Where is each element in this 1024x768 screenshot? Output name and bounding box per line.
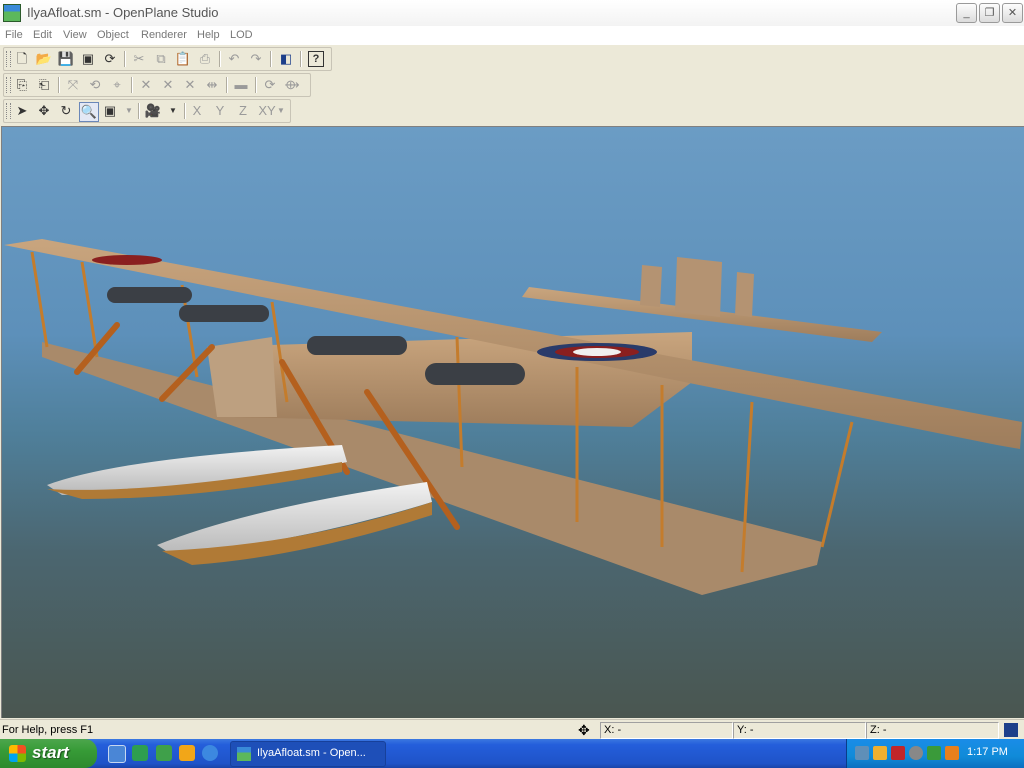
messenger-icon[interactable] — [179, 745, 195, 761]
status-help-text: For Help, press F1 — [2, 724, 94, 736]
tray-orange-icon[interactable] — [945, 746, 959, 760]
minimize-button[interactable]: _ — [956, 3, 977, 23]
title-bar: IlyaAfloat.sm - OpenPlane Studio _ ❐ ✕ — [0, 0, 1024, 27]
new-file-icon[interactable]: 🗋 — [13, 50, 31, 68]
toolbar-separator — [226, 77, 228, 93]
toolbar-separator — [131, 77, 133, 93]
toolbar-separator — [124, 51, 126, 67]
group-icon[interactable]: ⟳ — [261, 76, 279, 94]
axis-z-button[interactable]: Z — [234, 102, 252, 120]
toolbar-grip[interactable] — [6, 51, 11, 67]
app-icon — [237, 747, 251, 761]
tray-messenger-icon[interactable] — [873, 746, 887, 760]
tray-disc-icon[interactable] — [909, 746, 923, 760]
toolbar-area: 🗋 📂 💾 ▣ ⟳ ✂ ⧉ 📋 ⎙ ↶ ↷ ◧ ? ⎘ ⎗ ⤧ ⟲ ⌖ ✕ ✕ … — [0, 45, 1024, 125]
zonealarm-icon[interactable] — [891, 746, 905, 760]
rotate-object-icon[interactable]: ⟲ — [86, 76, 104, 94]
standard-toolbar: 🗋 📂 💾 ▣ ⟳ ✂ ⧉ 📋 ⎙ ↶ ↷ ◧ ? — [3, 47, 332, 71]
green-app-icon[interactable] — [156, 745, 172, 761]
paste-icon[interactable]: 📋 — [174, 50, 192, 68]
cut-icon[interactable]: ✂ — [130, 50, 148, 68]
open-folder-icon[interactable]: 📂 — [35, 50, 53, 68]
print-icon[interactable]: ⎙ — [196, 50, 214, 68]
menu-help[interactable]: Help — [197, 29, 220, 41]
toolbar-grip[interactable] — [6, 77, 11, 93]
resize-grip-icon[interactable] — [1004, 723, 1018, 737]
status-y-coordinate: Y: - — [733, 722, 866, 739]
3d-viewport[interactable] — [1, 126, 1024, 718]
delete-icon[interactable]: ▬ — [232, 76, 250, 94]
camera-dropdown-icon[interactable]: ▼ — [164, 102, 182, 120]
window-title: IlyaAfloat.sm - OpenPlane Studio — [27, 5, 219, 20]
status-x-coordinate: X: - — [600, 722, 733, 739]
app-icon[interactable] — [3, 4, 21, 22]
tail-section — [522, 257, 882, 342]
scale-icon[interactable]: ▣ — [101, 102, 119, 120]
scale-dropdown-icon[interactable]: ▼ — [120, 102, 138, 120]
toolbar-separator — [184, 103, 186, 119]
taskbar-window-button[interactable]: IlyaAfloat.sm - Open... — [230, 741, 386, 767]
start-button[interactable]: start — [0, 739, 97, 768]
help-icon[interactable]: ? — [308, 51, 324, 67]
axis-y-button[interactable]: Y — [211, 102, 229, 120]
toolbar-separator — [219, 51, 221, 67]
copy-object-icon[interactable]: ⎘ — [13, 76, 31, 94]
axis-dropdown-icon[interactable]: ▼ — [275, 102, 287, 120]
move-cursor-icon: ✥ — [578, 722, 590, 738]
restore-button[interactable]: ❐ — [979, 3, 1000, 23]
windows-flag-icon — [9, 745, 26, 762]
save-icon[interactable]: 💾 — [57, 50, 75, 68]
menu-lod[interactable]: LOD — [230, 29, 253, 41]
tray-green-icon[interactable] — [927, 746, 941, 760]
menu-file[interactable]: File — [5, 29, 23, 41]
toolbar-separator — [255, 77, 257, 93]
camera-icon[interactable]: 🎥 — [144, 102, 162, 120]
mirror-y-icon[interactable]: ✕ — [159, 76, 177, 94]
pivot-icon[interactable]: ⌖ — [108, 76, 126, 94]
object-toolbar: ⎘ ⎗ ⤧ ⟲ ⌖ ✕ ✕ ✕ ⇹ ▬ ⟳ ⟴ — [3, 73, 311, 97]
mirror-x-icon[interactable]: ✕ — [137, 76, 155, 94]
undo-icon[interactable]: ↶ — [225, 50, 243, 68]
view-toolbar: ➤ ✥ ↻ 🔍 ▣ ▼ 🎥 ▼ X Y Z XY ▼ — [3, 99, 291, 123]
taskbar: start IlyaAfloat.sm - Open... 1:17 PM — [0, 739, 1024, 768]
ungroup-icon[interactable]: ⟴ — [283, 76, 301, 94]
zoom-icon[interactable]: 🔍 — [79, 102, 99, 122]
mirror-xy-icon[interactable]: ⇹ — [203, 76, 221, 94]
menu-renderer[interactable]: Renderer — [141, 29, 187, 41]
toolbar-separator — [58, 77, 60, 93]
show-desktop-icon[interactable] — [108, 745, 126, 763]
internet-explorer-icon[interactable] — [202, 745, 218, 761]
mirror-z-icon[interactable]: ✕ — [181, 76, 199, 94]
axis-x-button[interactable]: X — [188, 102, 206, 120]
taskbar-clock: 1:17 PM — [967, 746, 1008, 758]
menu-view[interactable]: View — [63, 29, 87, 41]
seaplane-model — [4, 239, 1022, 595]
menu-object[interactable]: Object — [97, 29, 129, 41]
status-z-coordinate: Z: - — [866, 722, 999, 739]
toolbar-separator — [270, 51, 272, 67]
paste-object-icon[interactable]: ⎗ — [35, 76, 53, 94]
network-icon[interactable] — [855, 746, 869, 760]
reload-icon[interactable]: ⟳ — [101, 50, 119, 68]
toolbar-grip[interactable] — [6, 103, 11, 119]
roundel-left — [92, 255, 162, 265]
system-tray: 1:17 PM — [846, 739, 1024, 768]
toolbar-separator — [138, 103, 140, 119]
menu-bar: File Edit View Object Renderer Help LOD — [0, 26, 1024, 45]
close-button[interactable]: ✕ — [1002, 3, 1023, 23]
windows-icon[interactable]: ◧ — [277, 50, 295, 68]
media-player-icon[interactable] — [132, 745, 148, 761]
rotate-icon[interactable]: ↻ — [57, 102, 75, 120]
toolbar-separator — [300, 51, 302, 67]
select-arrow-icon[interactable]: ➤ — [13, 102, 31, 120]
copy-icon[interactable]: ⧉ — [152, 50, 170, 68]
status-bar: For Help, press F1 ✥ X: - Y: - Z: - — [0, 719, 1024, 740]
move-icon[interactable]: ✥ — [35, 102, 53, 120]
menu-edit[interactable]: Edit — [33, 29, 52, 41]
redo-icon[interactable]: ↷ — [247, 50, 265, 68]
link-icon[interactable]: ⤧ — [64, 76, 82, 94]
save-all-icon[interactable]: ▣ — [79, 50, 97, 68]
